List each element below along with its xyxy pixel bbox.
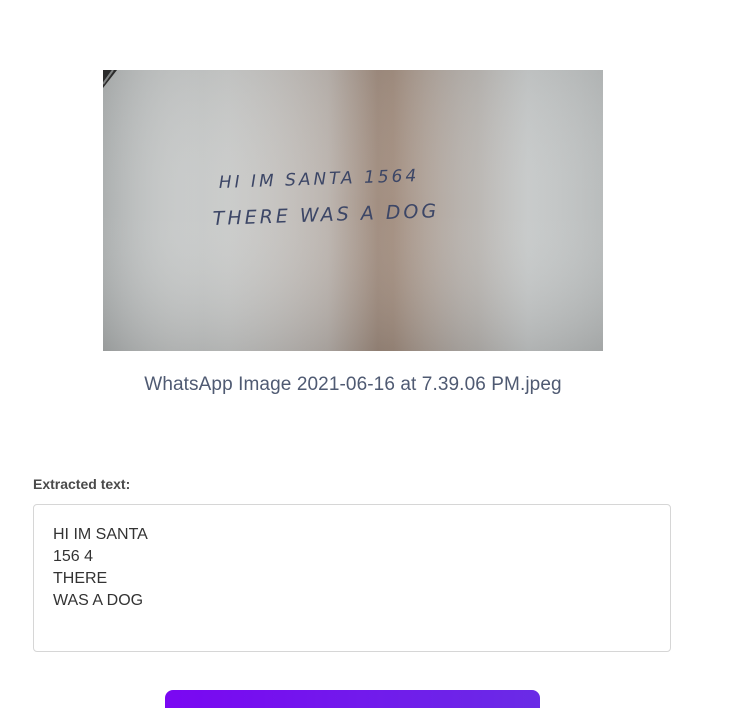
ocr-result-page: HI IM SANTA 1564 THERE WAS A DOG WhatsAp… — [0, 0, 752, 708]
extracted-text-label: Extracted text: — [33, 476, 131, 492]
handwritten-note-photo: HI IM SANTA 1564 THERE WAS A DOG — [103, 70, 603, 351]
image-filename: WhatsApp Image 2021-06-16 at 7.39.06 PM.… — [144, 374, 562, 395]
extracted-text-area[interactable]: HI IM SANTA 156 4 THERE WAS A DOG — [33, 504, 671, 652]
uploaded-image-preview: HI IM SANTA 1564 THERE WAS A DOG — [103, 70, 603, 351]
primary-action-button[interactable] — [165, 690, 540, 708]
